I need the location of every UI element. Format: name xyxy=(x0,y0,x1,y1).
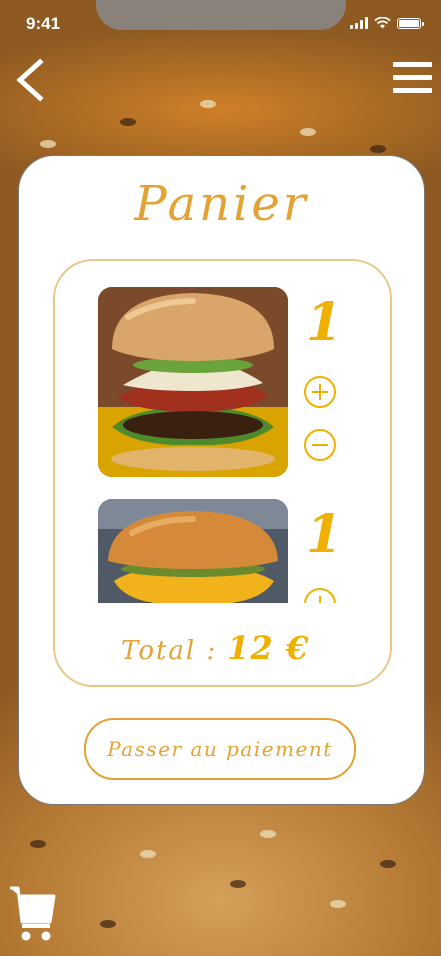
cart-panel: Panier 1 1 Total: 12 € Passer au paieme… xyxy=(18,155,425,805)
hamburger-menu-icon xyxy=(393,62,433,93)
cart-item: 1 xyxy=(98,499,348,603)
back-button[interactable] xyxy=(10,58,50,102)
seed xyxy=(100,920,116,928)
checkout-button[interactable]: Passer au paiement xyxy=(84,718,356,780)
battery-icon xyxy=(397,17,424,29)
total-value: 12 € xyxy=(227,629,310,667)
plus-circle-icon[interactable] xyxy=(303,375,337,409)
cart-item: 1 xyxy=(98,287,348,477)
seed xyxy=(330,900,346,908)
status-icons xyxy=(350,17,424,29)
shopping-cart-icon xyxy=(10,886,56,941)
cheeseburger-image xyxy=(98,499,288,603)
cart-items-box: 1 1 Total: 12 € xyxy=(53,259,392,687)
seed xyxy=(140,850,156,858)
seed xyxy=(230,880,246,888)
cart-button[interactable] xyxy=(8,882,56,942)
item-quantity: 1 xyxy=(306,292,343,353)
seed xyxy=(30,840,46,848)
seed xyxy=(260,830,276,838)
menu-button[interactable] xyxy=(393,62,433,100)
cart-items-list[interactable]: 1 1 xyxy=(55,283,390,603)
bacon-burger-image xyxy=(98,287,288,477)
seed xyxy=(120,118,136,126)
wifi-icon xyxy=(374,17,391,29)
minus-circle-icon[interactable] xyxy=(303,428,337,462)
status-time: 9:41 xyxy=(26,14,61,33)
seed xyxy=(40,140,56,148)
chevron-left-icon xyxy=(16,58,44,102)
cellular-signal-icon xyxy=(350,17,368,29)
seed xyxy=(300,128,316,136)
plus-circle-icon[interactable] xyxy=(303,587,337,603)
seed xyxy=(370,145,386,153)
status-bar: 9:41 xyxy=(0,0,441,48)
seed xyxy=(200,100,216,108)
item-quantity: 1 xyxy=(306,504,343,565)
notch xyxy=(96,0,346,30)
page-title: Panier xyxy=(134,176,309,232)
total-label: Total : xyxy=(121,636,218,666)
total-row: Total : 12 € xyxy=(121,629,309,667)
seed xyxy=(380,860,396,868)
